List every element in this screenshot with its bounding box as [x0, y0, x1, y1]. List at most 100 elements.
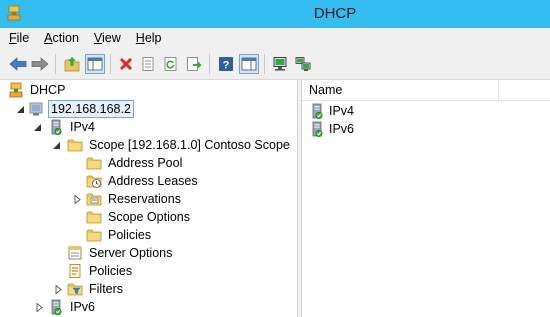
collapse-arrow-icon[interactable]: [33, 123, 42, 132]
collapse-arrow-icon[interactable]: [52, 141, 61, 150]
tree-node-ipv6[interactable]: IPv6: [48, 298, 97, 316]
list-item-label: IPv4: [329, 104, 355, 118]
tree-node-filters[interactable]: Filters: [67, 280, 125, 298]
server-connect-icon: [273, 57, 287, 71]
menu-action[interactable]: Action: [44, 31, 79, 45]
tree-node-scope-options[interactable]: Scope Options: [86, 208, 192, 226]
menu-view-accelerator: V: [93, 31, 103, 45]
tree-node-policies[interactable]: Policies: [67, 262, 134, 280]
tree-node-dhcp[interactable]: DHCP: [8, 81, 67, 99]
tree-label: Address Leases: [108, 174, 198, 188]
properties-icon: [142, 57, 154, 71]
tree-label: IPv4: [70, 120, 96, 134]
export-list-icon: [187, 57, 202, 71]
tree-label: Reservations: [108, 192, 181, 206]
server-options-icon: [67, 245, 83, 261]
show-hide-console-tree-icon: [87, 57, 103, 71]
expand-arrow-icon[interactable]: [35, 303, 44, 312]
action-pane-icon: [241, 57, 257, 71]
expand-arrow-icon[interactable]: [54, 285, 63, 294]
refresh-icon: [164, 57, 177, 71]
menu-help[interactable]: Help: [136, 31, 162, 45]
folder-reservation-icon: [86, 191, 102, 207]
help-button[interactable]: ?: [216, 54, 236, 74]
help-icon: ?: [219, 57, 233, 71]
ipv6-server-icon: [48, 299, 64, 315]
tree-node-scope[interactable]: Scope [192.168.1.0] Contoso Scope: [67, 136, 292, 154]
folder-icon: [86, 209, 102, 225]
ipv6-server-icon: [309, 121, 325, 137]
tree-node-server-options[interactable]: Server Options: [67, 244, 174, 262]
tree-label: Server Options: [89, 246, 173, 260]
tree-label: 192.168.168.2: [48, 100, 134, 118]
toolbar-separator: [110, 54, 111, 74]
column-header-name[interactable]: Name: [302, 80, 550, 101]
console-tree[interactable]: DHCP 192.168.168.2 IPv4 Scope [192.168.1…: [0, 80, 297, 317]
list-item[interactable]: IPv4: [309, 102, 354, 120]
folder-icon: [86, 155, 102, 171]
menu-file[interactable]: File: [9, 31, 29, 45]
window-title: DHCP: [313, 5, 357, 22]
tree-node-address-leases[interactable]: Address Leases: [86, 172, 200, 190]
tree-label: Policies: [108, 228, 152, 242]
server-network-button[interactable]: [293, 54, 313, 74]
ipv4-server-icon: [309, 103, 325, 119]
folder-clock-icon: [86, 173, 102, 189]
toolbar: ?: [0, 48, 550, 80]
menu-help-label: elp: [144, 31, 162, 45]
menu-file-accelerator: F: [9, 31, 17, 45]
server-host-icon: [28, 101, 44, 117]
tree-node-reservations[interactable]: Reservations: [86, 190, 183, 208]
menu-view-label: iew: [102, 31, 121, 45]
tree-node-address-pool[interactable]: Address Pool: [86, 154, 184, 172]
tree-label: Policies: [89, 264, 133, 278]
back-arrow-icon: [9, 57, 27, 71]
svg-text:?: ?: [223, 59, 230, 71]
server-connect-button[interactable]: [270, 54, 290, 74]
column-divider[interactable]: [498, 80, 499, 101]
toolbar-separator: [209, 54, 210, 74]
menu-view[interactable]: View: [94, 31, 121, 45]
delete-icon: [119, 57, 133, 71]
tree-label: Address Pool: [108, 156, 183, 170]
menu-help-accelerator: H: [135, 31, 145, 45]
menu-action-label: ction: [52, 31, 79, 45]
back-button[interactable]: [8, 54, 28, 74]
server-network-icon: [295, 57, 311, 71]
export-list-button[interactable]: [184, 54, 204, 74]
tree-label: DHCP: [30, 83, 66, 97]
list-item-label: IPv6: [329, 122, 355, 136]
column-header-label: Name: [309, 83, 343, 97]
expand-arrow-icon[interactable]: [73, 195, 82, 204]
up-one-level-button[interactable]: [62, 54, 82, 74]
tree-node-ipv4[interactable]: IPv4: [48, 118, 97, 136]
folder-icon: [86, 227, 102, 243]
forward-arrow-icon: [31, 57, 49, 71]
toolbar-separator: [55, 54, 56, 74]
forward-button[interactable]: [30, 54, 50, 74]
menu-bar: File Action View Help: [0, 28, 550, 48]
toolbar-separator: [264, 54, 265, 74]
tree-label: Scope Options: [108, 210, 190, 224]
refresh-button[interactable]: [161, 54, 181, 74]
menu-action-accelerator: A: [44, 31, 53, 45]
show-hide-console-tree-button[interactable]: [85, 54, 105, 74]
details-pane[interactable]: Name IPv4 IPv6: [302, 80, 550, 317]
tree-node-scope-policies[interactable]: Policies: [86, 226, 153, 244]
show-hide-action-pane-button[interactable]: [239, 54, 259, 74]
folder-icon: [67, 137, 83, 153]
ipv4-server-icon: [48, 119, 64, 135]
title-bar: DHCP: [0, 0, 550, 28]
tree-label: IPv6: [70, 300, 96, 314]
up-folder-icon: [64, 57, 80, 72]
dhcp-root-icon: [8, 82, 24, 98]
delete-button[interactable]: [116, 54, 136, 74]
list-item[interactable]: IPv6: [309, 120, 354, 138]
policies-icon: [67, 263, 83, 279]
tree-label: Filters: [89, 282, 124, 296]
collapse-arrow-icon[interactable]: [16, 105, 25, 114]
tree-node-server[interactable]: 192.168.168.2: [28, 100, 134, 118]
properties-button[interactable]: [138, 54, 158, 74]
folder-filter-icon: [67, 281, 83, 297]
tree-label: Scope [192.168.1.0] Contoso Scope: [89, 138, 290, 152]
